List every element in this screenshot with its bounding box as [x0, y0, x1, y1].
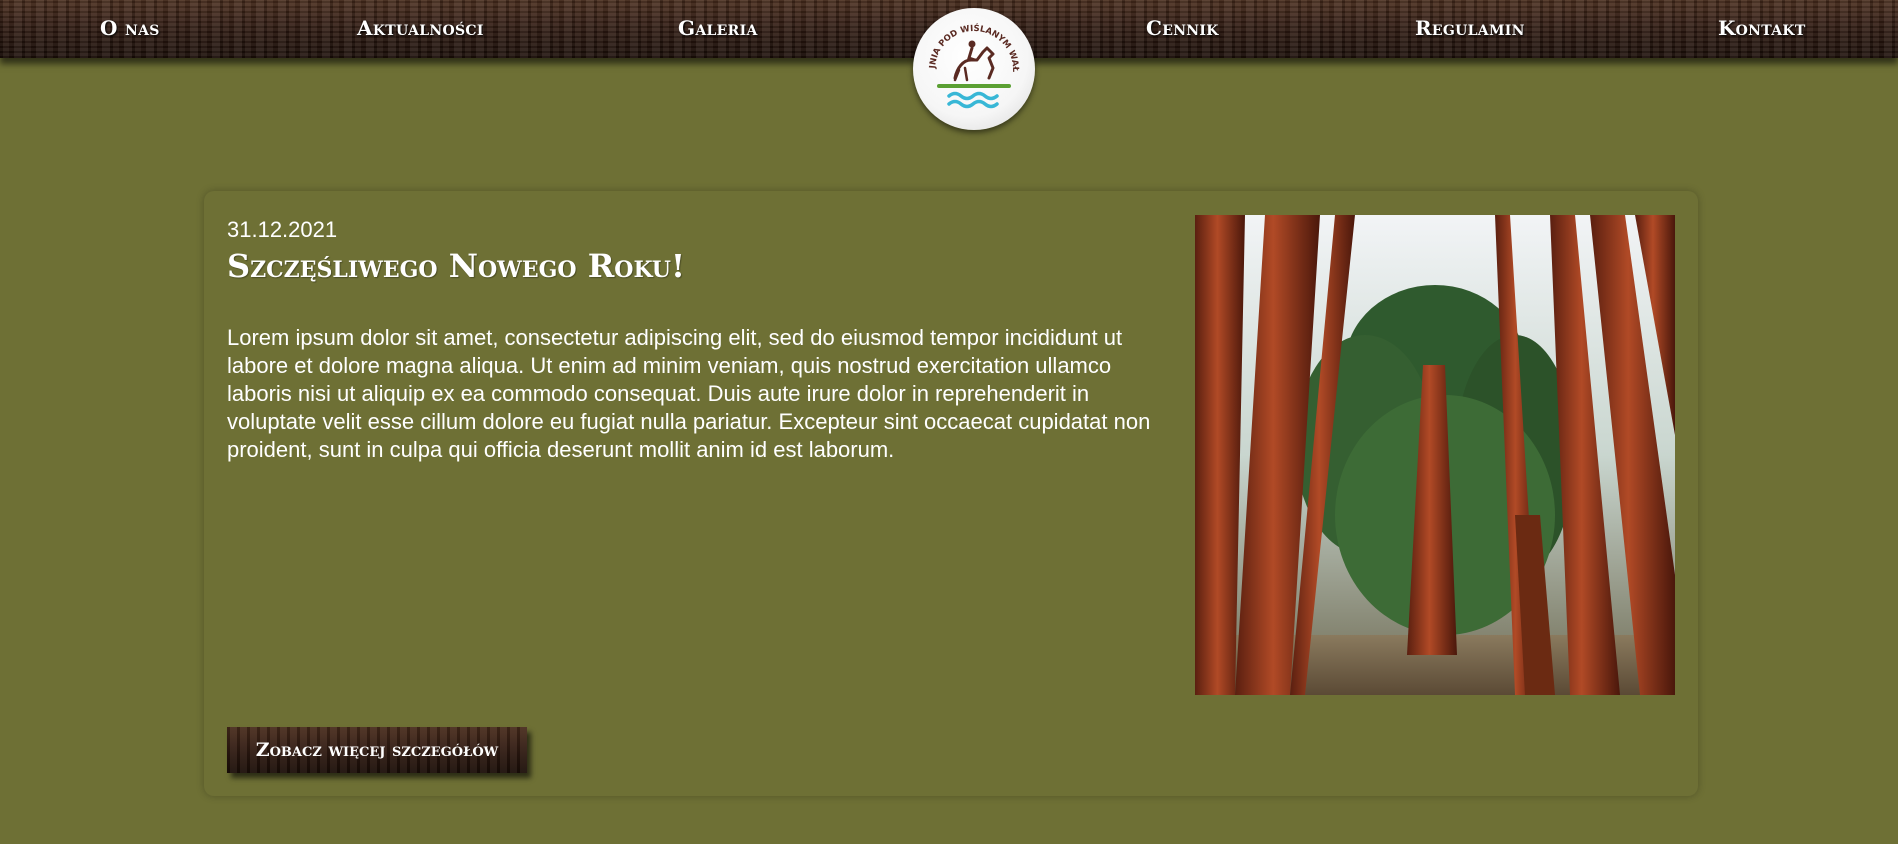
post-date: 31.12.2021 [227, 217, 338, 242]
news-card: 31.12.2021 Szczęśliwego Nowego Roku! Lor… [204, 191, 1698, 796]
nav-link-regulamin[interactable]: Regulamin [1415, 16, 1525, 40]
stable-logo[interactable]: STAJNIA POD WIŚLANYM WAŁEM [913, 8, 1035, 130]
nav-link-o-nas[interactable]: O nas [100, 16, 160, 40]
svg-text:STAJNIA POD WIŚLANYM WAŁEM: STAJNIA POD WIŚLANYM WAŁEM [913, 8, 1020, 73]
logo-arc-text: STAJNIA POD WIŚLANYM WAŁEM [913, 8, 1020, 73]
nav-link-aktualnosci[interactable]: Aktualności [357, 16, 484, 40]
nav-link-cennik[interactable]: Cennik [1146, 16, 1219, 40]
see-more-details-button[interactable]: Zobacz więcej szczegółów [227, 727, 527, 773]
post-body: Lorem ipsum dolor sit amet, consectetur … [227, 325, 1151, 462]
nav-link-galeria[interactable]: Galeria [678, 16, 758, 40]
horse-rider-logo-icon: STAJNIA POD WIŚLANYM WAŁEM [913, 8, 1020, 109]
nav-link-kontakt[interactable]: Kontakt [1718, 16, 1806, 40]
post-title: Szczęśliwego Nowego Roku! [227, 247, 686, 285]
sequoia-forest-photo-icon [1195, 215, 1675, 695]
